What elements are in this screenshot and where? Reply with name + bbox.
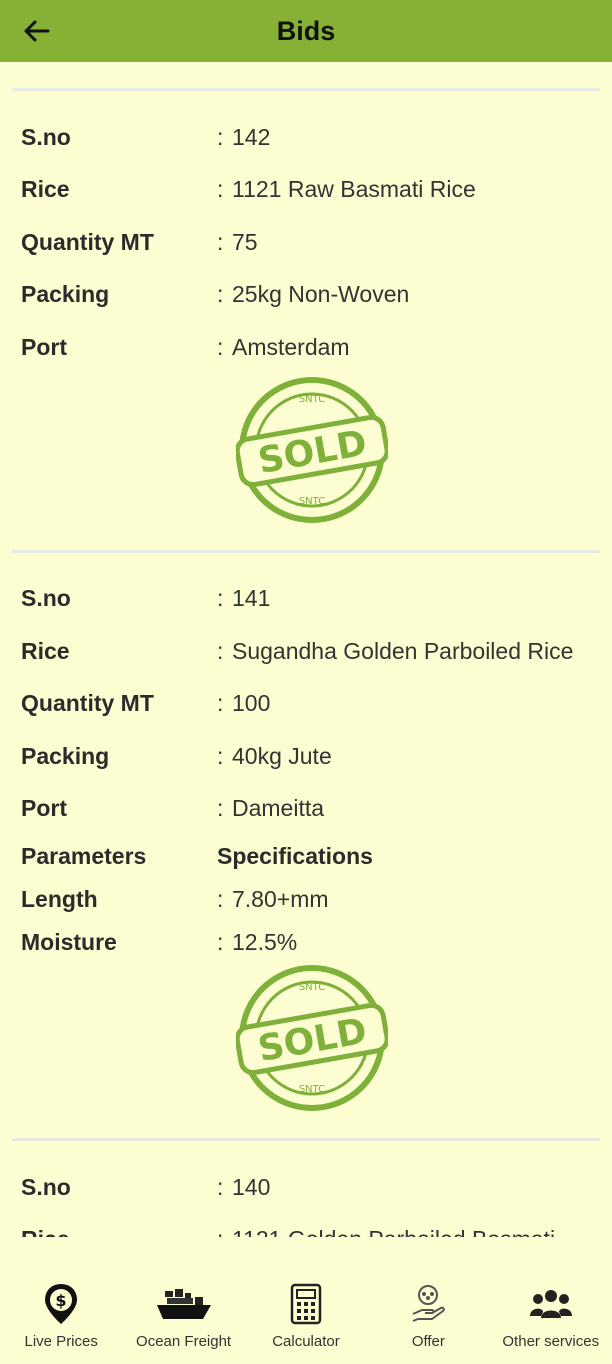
colon: : <box>217 228 224 255</box>
colon: : <box>217 1173 224 1200</box>
bid-row: Quantity MT : 75 <box>21 216 602 269</box>
svg-text:SOLD: SOLD <box>255 1011 370 1070</box>
row-value: 140 <box>232 1173 271 1200</box>
nav-label: Live Prices <box>24 1333 98 1350</box>
app-header: Bids <box>0 0 612 62</box>
svg-text:SNTC: SNTC <box>298 982 324 993</box>
nav-offer[interactable]: Offer <box>367 1281 489 1350</box>
row-value: 1121 Raw Basmati Rice <box>232 176 476 203</box>
row-label: Quantity MT <box>21 690 154 717</box>
nav-label: Other services <box>502 1333 600 1350</box>
sold-stamp-icon: SNTC SNTC SOLD <box>235 965 388 1111</box>
colon: : <box>217 637 224 664</box>
row-value: 75 <box>232 228 258 255</box>
calculator-icon <box>290 1283 322 1325</box>
colon: : <box>217 176 224 203</box>
bid-row: Rice : 1121 Raw Basmati Rice <box>21 164 602 217</box>
colon: : <box>217 795 224 822</box>
row-label: S.no <box>21 123 71 150</box>
svg-text:SNTC: SNTC <box>298 496 324 507</box>
row-value: 7.80+mm <box>232 886 329 912</box>
bid-row: S.no : 140 <box>21 1161 602 1214</box>
row-label: Port <box>21 333 67 360</box>
param-row: Moisture : 12.5% <box>21 921 602 964</box>
colon: : <box>217 929 224 955</box>
nav-label: Ocean Freight <box>136 1333 232 1350</box>
colon: : <box>217 886 224 912</box>
row-label: Rice <box>21 1226 217 1237</box>
row-label: S.no <box>21 1173 71 1200</box>
colon: : <box>217 281 224 308</box>
params-header-row: Parameters Specifications <box>21 835 602 878</box>
dollar-pin-icon: $ <box>45 1284 78 1324</box>
colon: : <box>217 123 224 150</box>
svg-text:SOLD: SOLD <box>255 422 370 481</box>
bid-card: S.no : 142 Rice : 1121 Raw Basmati Rice … <box>0 91 612 524</box>
bid-row: Rice : Sugandha Golden Parboiled Rice <box>21 625 602 678</box>
bid-row: Quantity MT : 100 <box>21 678 602 731</box>
row-value: 12.5% <box>232 929 298 955</box>
back-button[interactable] <box>18 13 54 49</box>
row-label: S.no <box>21 585 71 612</box>
colon: : <box>217 585 224 612</box>
specifications-label: Specifications <box>217 843 373 869</box>
svg-text:SNTC: SNTC <box>298 394 324 405</box>
row-value: Dameitta <box>232 795 325 822</box>
row-label: Port <box>21 795 67 822</box>
nav-live-prices[interactable]: $ Live Prices <box>0 1281 122 1350</box>
colon: : <box>217 742 224 769</box>
svg-text:SNTC: SNTC <box>298 1084 324 1095</box>
bid-row: Port : Dameitta <box>21 783 602 836</box>
row-value: 40kg Jute <box>232 742 332 769</box>
row-value: 142 <box>232 123 271 150</box>
users-group-icon <box>529 1290 572 1318</box>
colon: : <box>217 333 224 360</box>
nav-label: Calculator <box>272 1333 340 1350</box>
params-label: Parameters <box>21 843 147 869</box>
colon: : <box>217 690 224 717</box>
bid-row: S.no : 141 <box>21 573 602 626</box>
row-value: Sugandha Golden Parboiled Rice <box>232 637 574 664</box>
bid-card: S.no : 140 Rice : 1121 Golden Parboiled … <box>0 1141 612 1237</box>
bid-card: S.no : 141 Rice : Sugandha Golden Parboi… <box>0 553 612 1113</box>
row-value: 25kg Non-Woven <box>232 281 410 308</box>
row-label: Rice <box>21 176 70 203</box>
bid-row: Packing : 25kg Non-Woven <box>21 269 602 322</box>
offer-hand-icon <box>412 1285 446 1322</box>
bid-row: Rice : 1121 Golden Parboiled Basmati <box>21 1214 602 1237</box>
row-value: 1121 Golden Parboiled Basmati <box>232 1226 555 1237</box>
param-row: Length : 7.80+mm <box>21 878 602 921</box>
ship-icon <box>156 1289 211 1319</box>
bid-row: Packing : 40kg Jute <box>21 730 602 783</box>
bid-row: S.no : 142 <box>21 111 602 164</box>
nav-label: Offer <box>411 1333 445 1350</box>
bottom-nav: $ Live Prices Ocean Freight Calculator O… <box>0 1237 612 1364</box>
row-label: Rice <box>21 637 70 664</box>
page-title: Bids <box>276 15 336 46</box>
nav-other-services[interactable]: Other services <box>490 1281 612 1350</box>
arrow-left-icon <box>24 20 50 42</box>
row-label: Moisture <box>21 929 117 955</box>
sold-stamp-icon: SNTC SNTC SOLD <box>235 376 388 523</box>
row-label: Length <box>21 886 98 912</box>
bids-list[interactable]: S.no : 142 Rice : 1121 Raw Basmati Rice … <box>0 62 612 1237</box>
bid-row: Port : Amsterdam <box>21 321 602 374</box>
nav-ocean-freight[interactable]: Ocean Freight <box>123 1281 245 1350</box>
svg-text:$: $ <box>56 1291 67 1310</box>
colon: : <box>217 1226 232 1237</box>
row-value: Amsterdam <box>232 333 350 360</box>
row-label: Packing <box>21 281 110 308</box>
nav-calculator[interactable]: Calculator <box>245 1281 367 1350</box>
row-value: 100 <box>232 690 271 717</box>
row-label: Packing <box>21 742 110 769</box>
row-value: 141 <box>232 585 271 612</box>
row-label: Quantity MT <box>21 228 154 255</box>
